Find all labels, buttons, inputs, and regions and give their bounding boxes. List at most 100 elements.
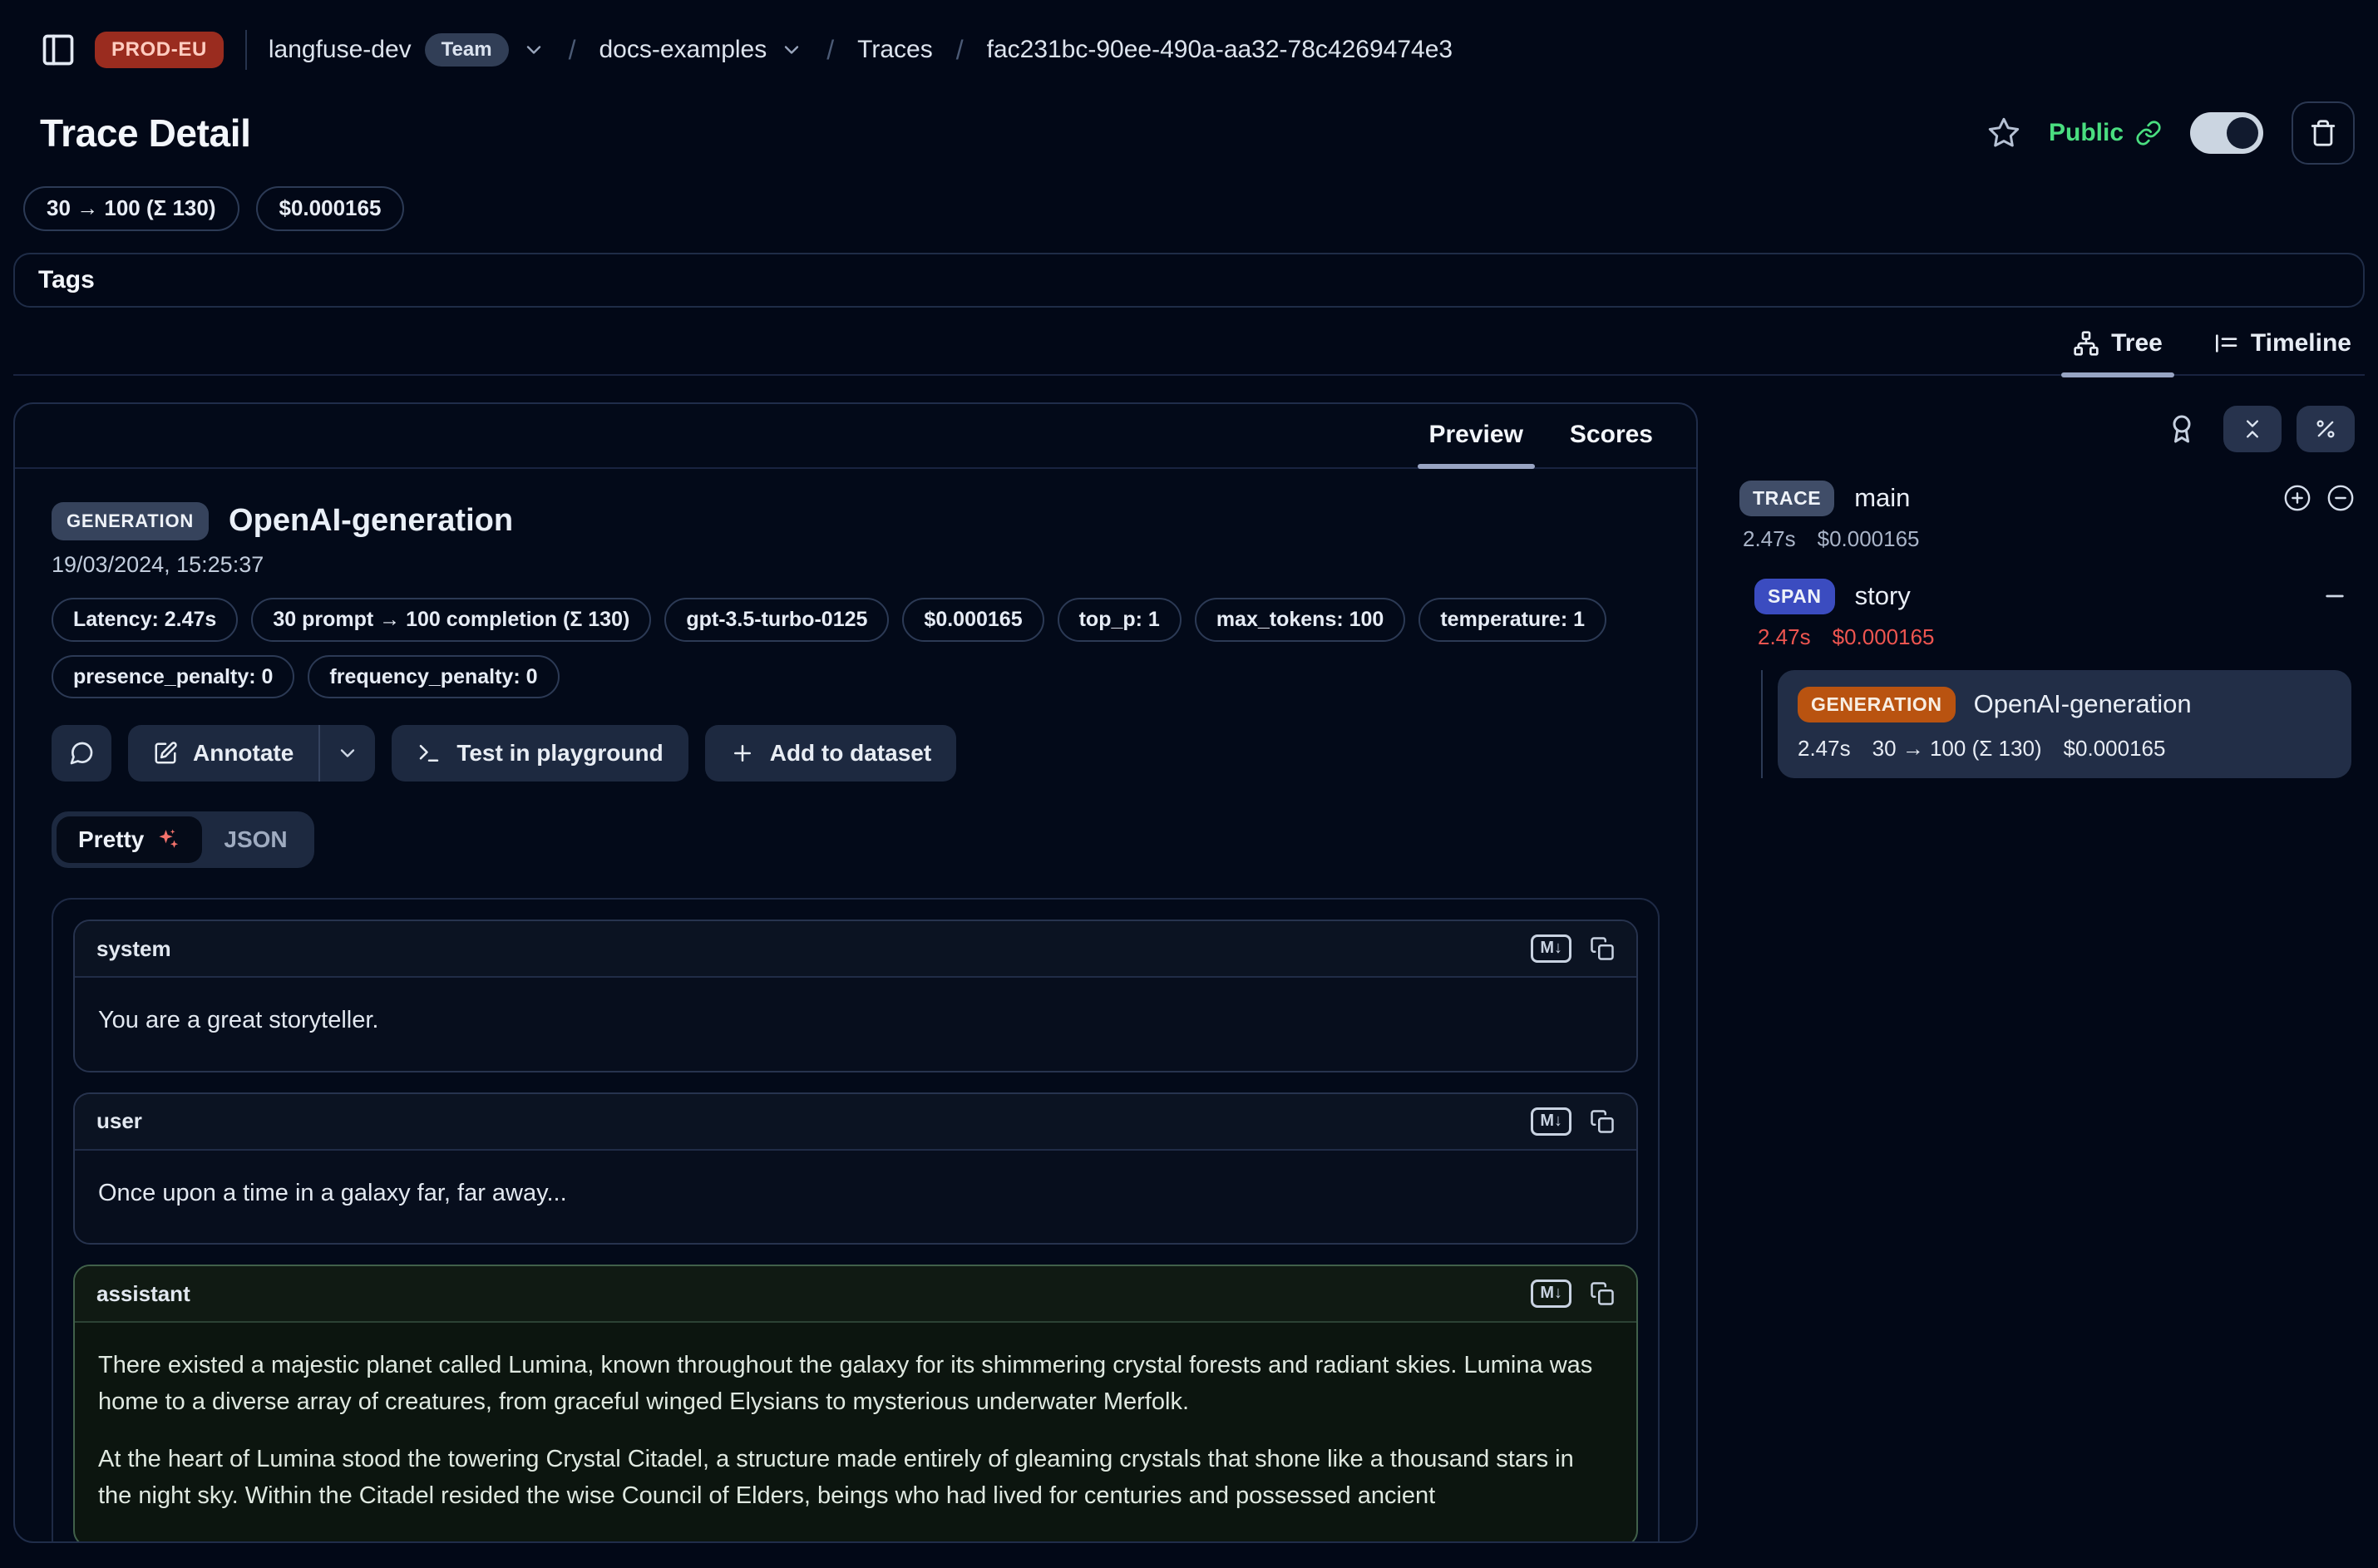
annotation-queue-button[interactable] [2167,414,2197,444]
message-assistant: assistant M↓ There existed a majestic pl… [73,1265,1638,1541]
message-content: Once upon a time in a galaxy far, far aw… [75,1151,1636,1244]
generation-cost: $0.000165 [2064,736,2166,762]
message-system: system M↓ You are a great storyteller. [73,920,1638,1072]
generation-type-badge: GENERATION [1798,687,1956,722]
copy-button[interactable] [1590,1109,1615,1134]
annotate-button[interactable]: Annotate [128,725,318,782]
title-actions: Public [1987,101,2355,165]
expand-all-button[interactable] [2283,484,2311,512]
metadata-badges-row1: Latency: 2.47s 30 prompt → 100 completion… [52,598,1660,642]
breadcrumb-project[interactable]: docs-examples [599,36,803,64]
generation-tokens: 30 → 100 (Σ 130) [1872,736,2042,762]
tree-row-span[interactable]: SPAN story [1754,579,2355,614]
metrics-toggle-button[interactable] [2297,406,2355,452]
breadcrumb-org[interactable]: langfuse-dev Team [269,33,545,67]
collapse-all-button[interactable] [2223,406,2282,452]
fold-icon [2241,417,2264,441]
trace-metrics: 2.47s $0.000165 [1743,526,2355,552]
collapse-tree-button[interactable] [2326,484,2355,512]
metadata-badge: Latency: 2.47s [52,598,238,642]
star-icon [1987,116,2020,150]
tab-timeline[interactable]: Timeline [2209,326,2355,374]
metadata-badge: presence_penalty: 0 [52,655,294,699]
trace-tree-panel: TRACE main 2.47s $0.000165 SPAN story [1698,402,2365,1543]
tab-tree[interactable]: Tree [2070,326,2166,374]
breadcrumb-separator: / [956,35,964,66]
tab-tree-label: Tree [2111,329,2163,357]
annotate-dropdown-button[interactable] [320,725,375,782]
message-role: user [96,1108,142,1134]
generation-latency: 2.47s [1798,736,1851,762]
copy-icon [1590,936,1615,961]
org-type-badge: Team [425,33,509,67]
link-icon [2135,120,2162,146]
observation-title: OpenAI-generation [229,503,513,539]
metadata-badge: gpt-3.5-turbo-0125 [664,598,889,642]
message-role: assistant [96,1281,190,1307]
metadata-badge: top_p: 1 [1058,598,1182,642]
comment-button[interactable] [52,725,111,782]
toggle-knob [2227,117,2258,149]
span-metrics: 2.47s $0.000165 [1758,624,2355,650]
message-header-icons: M↓ [1531,934,1615,963]
minus-icon [2321,583,2348,609]
trace-summary-row: 30 → 100 (Σ 130) $0.000165 [23,186,2365,231]
title-row: Trace Detail Public [13,86,2365,165]
copy-button[interactable] [1590,1281,1615,1306]
tree-toolbar [1739,406,2355,452]
metadata-badge: frequency_penalty: 0 [308,655,559,699]
tree-row-trace[interactable]: TRACE main [1739,481,2355,516]
breadcrumb-trace-id: fac231bc-90ee-490a-aa32-78c4269474e3 [987,36,1453,64]
annotate-label: Annotate [193,740,294,767]
observation-body: GENERATION OpenAI-generation 19/03/2024,… [15,469,1696,1541]
span-block: SPAN story 2.47s $0.000165 GENERATION [1754,579,2355,778]
chevron-down-icon [336,742,359,765]
view-tabs: Tree Timeline [13,326,2365,376]
public-share-link[interactable]: Public [2049,119,2162,147]
test-in-playground-button[interactable]: Test in playground [392,725,688,782]
tags-field[interactable]: Tags [13,253,2365,308]
sparkles-icon [155,827,180,852]
tree-connector-line [1761,670,1763,778]
markdown-toggle-button[interactable]: M↓ [1531,1280,1571,1308]
plus-icon [730,741,755,766]
copy-button[interactable] [1590,936,1615,961]
topbar-divider [245,30,247,70]
observation-header: GENERATION OpenAI-generation [52,502,1660,540]
message-role: system [96,936,171,962]
token-usage-badge: 30 → 100 (Σ 130) [23,186,239,231]
message-content: There existed a majestic planet called L… [75,1323,1636,1541]
trace-detail-page: PROD-EU langfuse-dev Team / docs-example… [0,0,2378,1568]
tab-timeline-label: Timeline [2251,329,2351,357]
trace-cost: $0.000165 [1818,526,1920,552]
delete-trace-button[interactable] [2292,101,2355,165]
public-toggle[interactable] [2190,112,2263,154]
add-to-dataset-button[interactable]: Add to dataset [705,725,956,782]
bookmark-star-button[interactable] [1987,116,2020,150]
environment-badge: PROD-EU [95,32,224,68]
metadata-badge: max_tokens: 100 [1195,598,1406,642]
tree-row-generation-selected[interactable]: GENERATION OpenAI-generation 2.47s 30 → … [1778,670,2351,778]
message-user: user M↓ Once upon a time in a galaxy far… [73,1092,1638,1245]
sidebar-toggle-button[interactable] [40,32,76,68]
breadcrumb-traces-link[interactable]: Traces [857,36,933,64]
copy-icon [1590,1281,1615,1306]
span-cost: $0.000165 [1833,624,1935,650]
page-title: Trace Detail [40,111,250,155]
json-view-button[interactable]: JSON [202,816,308,863]
tab-preview[interactable]: Preview [1406,404,1547,467]
copy-icon [1590,1109,1615,1134]
metadata-badge: 30 prompt → 100 completion (Σ 130) [251,598,651,642]
generation-row: GENERATION OpenAI-generation [1798,687,2331,722]
message-header-icons: M↓ [1531,1107,1615,1136]
plus-circle-icon [2283,484,2311,512]
playground-label: Test in playground [456,740,663,767]
markdown-toggle-button[interactable]: M↓ [1531,934,1571,963]
dataset-label: Add to dataset [770,740,931,767]
message-header: assistant M↓ [75,1266,1636,1323]
pretty-view-button[interactable]: Pretty [57,816,202,863]
breadcrumb-separator: / [569,35,576,66]
collapse-span-button[interactable] [2321,583,2348,609]
markdown-toggle-button[interactable]: M↓ [1531,1107,1571,1136]
tab-scores[interactable]: Scores [1547,404,1676,467]
